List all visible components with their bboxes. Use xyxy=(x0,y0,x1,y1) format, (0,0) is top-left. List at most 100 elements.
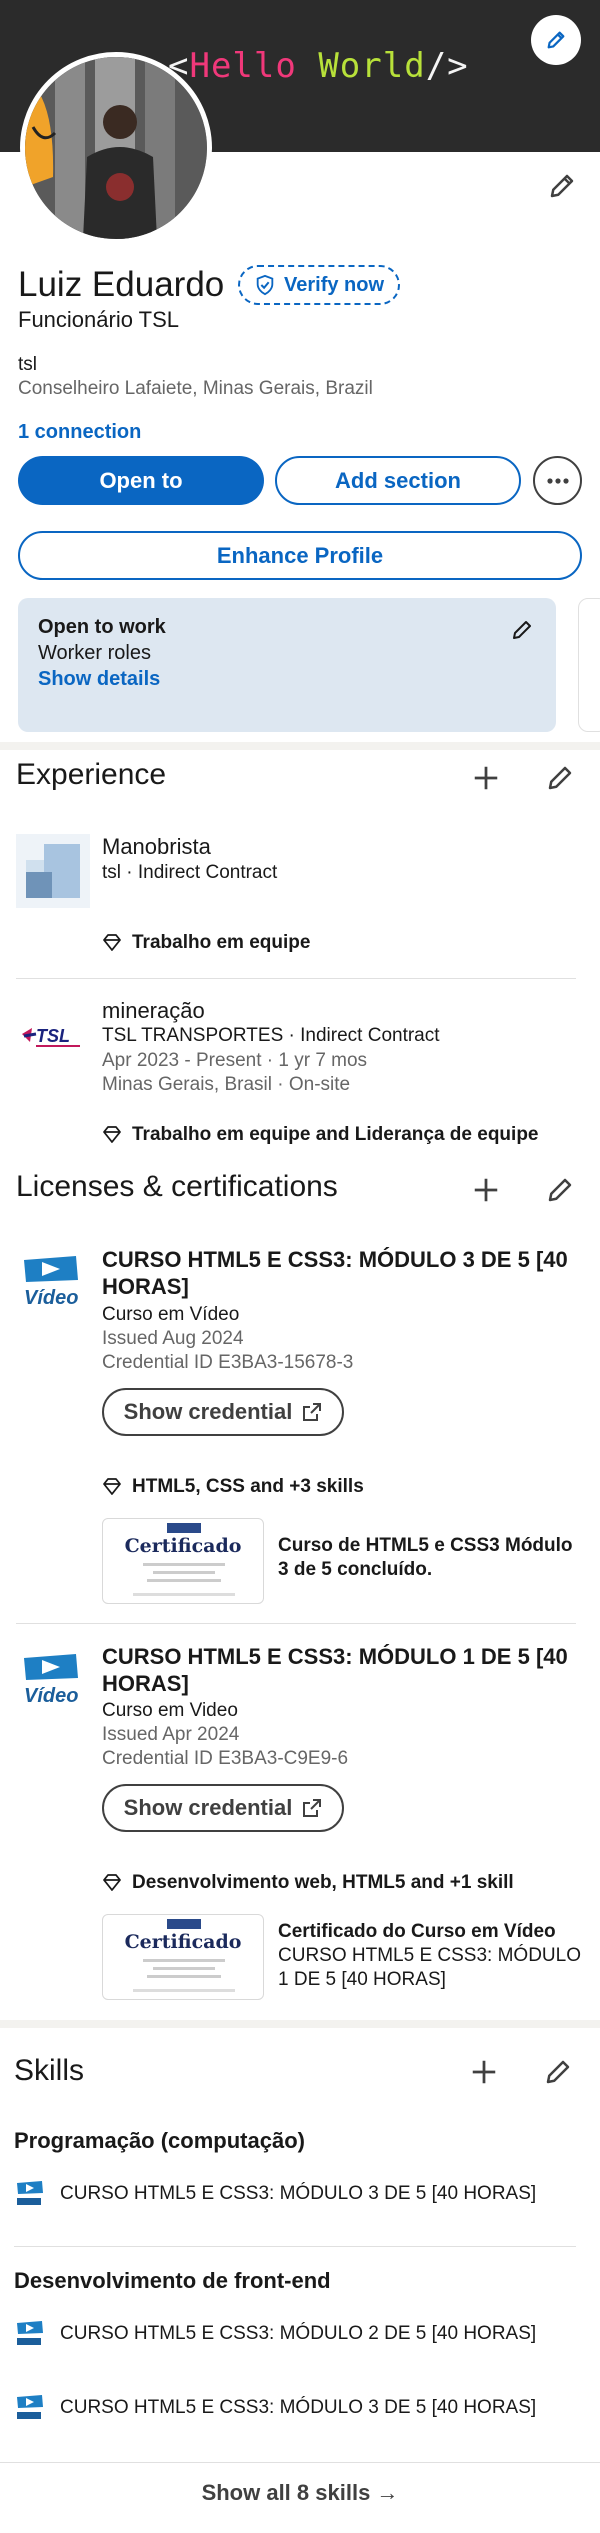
add-skill-button[interactable] xyxy=(464,2052,504,2092)
skill-name-2[interactable]: Desenvolvimento de front-end xyxy=(14,2268,331,2294)
license-title-2[interactable]: CURSO HTML5 E CSS3: MÓDULO 1 DE 5 [40 HO… xyxy=(102,1643,572,1697)
skill-cert-row[interactable]: CURSO HTML5 E CSS3: MÓDULO 3 DE 5 [40 HO… xyxy=(14,2394,536,2422)
show-details-link[interactable]: Show details xyxy=(38,668,536,691)
tsl-logo-icon: TSL xyxy=(16,998,90,1072)
profile-name: Luiz Eduardo xyxy=(18,265,225,304)
licenses-title: Licenses & certifications xyxy=(16,1170,338,1203)
more-icon xyxy=(546,477,569,484)
edit-banner-button[interactable] xyxy=(531,15,581,65)
media-subtitle: CURSO HTML5 E CSS3: MÓDULO 1 DE 5 [40 HO… xyxy=(278,1945,581,1990)
show-credential-button[interactable]: Show credential xyxy=(102,1388,344,1436)
license-issuer-2: Curso em Video xyxy=(102,1700,238,1721)
certificate-media-text-1[interactable]: Curso de HTML5 e CSS3 Módulo 3 de 5 conc… xyxy=(278,1534,588,1582)
diamond-icon xyxy=(103,1874,121,1891)
company-logo-placeholder[interactable] xyxy=(16,834,90,908)
company-placeholder-icon xyxy=(16,834,90,908)
curso-em-video-logo[interactable]: Vídeo xyxy=(18,1650,84,1710)
open-to-work-title: Open to work xyxy=(38,616,166,638)
diamond-icon xyxy=(103,1478,121,1495)
skill-cert-row[interactable]: CURSO HTML5 E CSS3: MÓDULO 2 DE 5 [40 HO… xyxy=(14,2320,536,2348)
experience-skills-2[interactable]: Trabalho em equipe and Liderança de equi… xyxy=(102,1124,539,1146)
next-card-peek[interactable] xyxy=(578,598,600,732)
video-logo-icon xyxy=(17,2395,43,2419)
experience-subtitle-1: tsl · Indirect Contract xyxy=(102,862,278,883)
media-title: Curso de HTML5 e CSS3 Módulo 3 de 5 conc… xyxy=(278,1535,573,1580)
pencil-icon xyxy=(548,1178,572,1202)
banner-code-text: <Hello World/> xyxy=(168,46,469,86)
experience-skills-label: Trabalho em equipe xyxy=(132,932,311,953)
banner-code-world: World xyxy=(318,46,426,86)
license-skills-label: Desenvolvimento web, HTML5 and +1 skill xyxy=(132,1872,514,1893)
banner-code-close: /> xyxy=(425,46,469,86)
edit-skills-button[interactable] xyxy=(538,2052,578,2092)
video-logo-icon: Vídeo xyxy=(24,1256,78,1309)
license-skills-2[interactable]: Desenvolvimento web, HTML5 and +1 skill xyxy=(102,1872,514,1894)
tsl-company-logo[interactable]: TSL xyxy=(16,998,90,1072)
certificate-media-text-2[interactable]: Certificado do Curso em Vídeo CURSO HTML… xyxy=(278,1920,588,1992)
pencil-icon xyxy=(548,766,572,790)
certificate-preview xyxy=(133,1523,235,1596)
open-to-work-card[interactable]: Open to work Worker roles Show details xyxy=(18,598,556,732)
plus-icon xyxy=(474,766,498,790)
skill-cert-row[interactable]: CURSO HTML5 E CSS3: MÓDULO 3 DE 5 [40 HO… xyxy=(14,2180,536,2208)
open-to-work-roles: Worker roles xyxy=(38,642,151,664)
license-credential-2: Credential ID E3BA3-C9E9-6 xyxy=(102,1748,349,1769)
profile-company: tsl xyxy=(18,354,37,375)
connections-link[interactable]: 1 connection xyxy=(18,421,141,444)
plus-icon xyxy=(474,1178,498,1202)
certificate-preview xyxy=(133,1919,235,1992)
certificate-thumbnail[interactable]: Certificado xyxy=(102,1518,264,1604)
experience-title-2[interactable]: mineração xyxy=(102,998,205,1024)
video-logo-icon xyxy=(17,2181,43,2205)
license-issued-2: Issued Apr 2024 xyxy=(102,1724,240,1745)
pencil-icon xyxy=(547,31,565,49)
enhance-profile-button[interactable]: Enhance Profile xyxy=(18,531,582,580)
edit-open-to-work-button[interactable] xyxy=(510,618,534,647)
edit-intro-button[interactable] xyxy=(542,166,582,206)
show-credential-button[interactable]: Show credential xyxy=(102,1784,344,1832)
verify-now-label: Verify now xyxy=(284,273,385,296)
edit-licenses-button[interactable] xyxy=(540,1170,580,1210)
certificate-thumbnail[interactable]: Certificado xyxy=(102,1914,264,2000)
external-link-icon xyxy=(303,1403,322,1421)
experience-skills-1[interactable]: Trabalho em equipe xyxy=(102,932,310,954)
license-title-1[interactable]: CURSO HTML5 E CSS3: MÓDULO 3 DE 5 [40 HO… xyxy=(102,1246,572,1300)
skill-cert-label: CURSO HTML5 E CSS3: MÓDULO 3 DE 5 [40 HO… xyxy=(60,2183,537,2204)
media-title: Certificado do Curso em Vídeo xyxy=(278,1921,556,1942)
license-skills-label: HTML5, CSS and +3 skills xyxy=(132,1476,364,1497)
edit-experience-button[interactable] xyxy=(540,758,580,798)
shield-check-icon xyxy=(256,274,274,296)
experience-subtitle-2: TSL TRANSPORTES · Indirect Contract xyxy=(102,1025,440,1046)
skill-cert-label: CURSO HTML5 E CSS3: MÓDULO 2 DE 5 [40 HO… xyxy=(60,2323,537,2344)
diamond-icon xyxy=(103,934,121,951)
section-divider xyxy=(0,742,600,750)
video-logo-text: Vídeo xyxy=(24,1287,78,1309)
certificate-word: Certificado xyxy=(124,1535,242,1557)
experience-title-1[interactable]: Manobrista xyxy=(102,834,211,860)
plus-icon xyxy=(472,2060,496,2084)
show-all-skills-button[interactable]: Show all 8 skills → xyxy=(0,2480,600,2506)
profile-avatar[interactable] xyxy=(20,52,212,244)
section-divider xyxy=(0,2020,600,2028)
item-divider xyxy=(0,2462,600,2463)
add-section-button[interactable]: Add section xyxy=(275,456,521,505)
external-link-icon xyxy=(303,1799,322,1817)
license-skills-1[interactable]: HTML5, CSS and +3 skills xyxy=(102,1476,364,1498)
video-logo-text: Vídeo xyxy=(24,1685,78,1707)
banner-code-hello: Hello xyxy=(189,46,297,86)
show-credential-label: Show credential xyxy=(123,1399,293,1424)
curso-em-video-logo[interactable]: Vídeo xyxy=(18,1252,84,1312)
tsl-logo-text: TSL xyxy=(36,1026,70,1046)
open-to-button[interactable]: Open to xyxy=(18,456,264,505)
license-credential-1: Credential ID E3BA3-15678-3 xyxy=(102,1352,354,1373)
more-actions-button[interactable] xyxy=(533,456,582,505)
item-divider xyxy=(16,1623,576,1624)
add-license-button[interactable] xyxy=(466,1170,506,1210)
experience-title: Experience xyxy=(16,758,167,791)
skill-name-1[interactable]: Programação (computação) xyxy=(14,2128,305,2154)
pencil-icon xyxy=(513,621,531,639)
item-divider xyxy=(14,2246,576,2247)
skill-cert-label: CURSO HTML5 E CSS3: MÓDULO 3 DE 5 [40 HO… xyxy=(60,2397,537,2418)
verify-now-button[interactable]: Verify now xyxy=(238,265,401,305)
add-experience-button[interactable] xyxy=(466,758,506,798)
